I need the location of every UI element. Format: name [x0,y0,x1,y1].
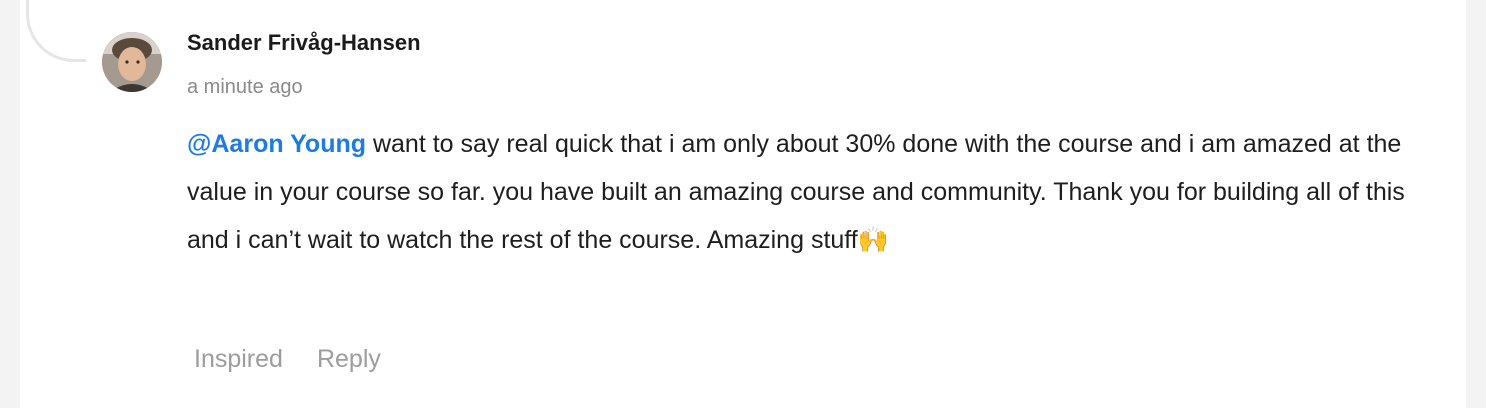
avatar-photo [102,32,162,92]
comment-actions: Inspired Reply [194,342,381,376]
inspired-button[interactable]: Inspired [194,342,283,376]
reply-button[interactable]: Reply [317,342,381,376]
comment-text: want to say real quick that i am only ab… [187,130,1405,254]
comment-body: @Aaron Young want to say real quick that… [187,120,1447,264]
raised-hands-emoji: 🙌 [857,226,889,254]
comment-author-name[interactable]: Sander Frivåg-Hansen [187,28,421,58]
comment-timestamp: a minute ago [187,76,303,98]
mention-link[interactable]: @Aaron Young [187,130,366,158]
avatar[interactable] [102,32,162,92]
